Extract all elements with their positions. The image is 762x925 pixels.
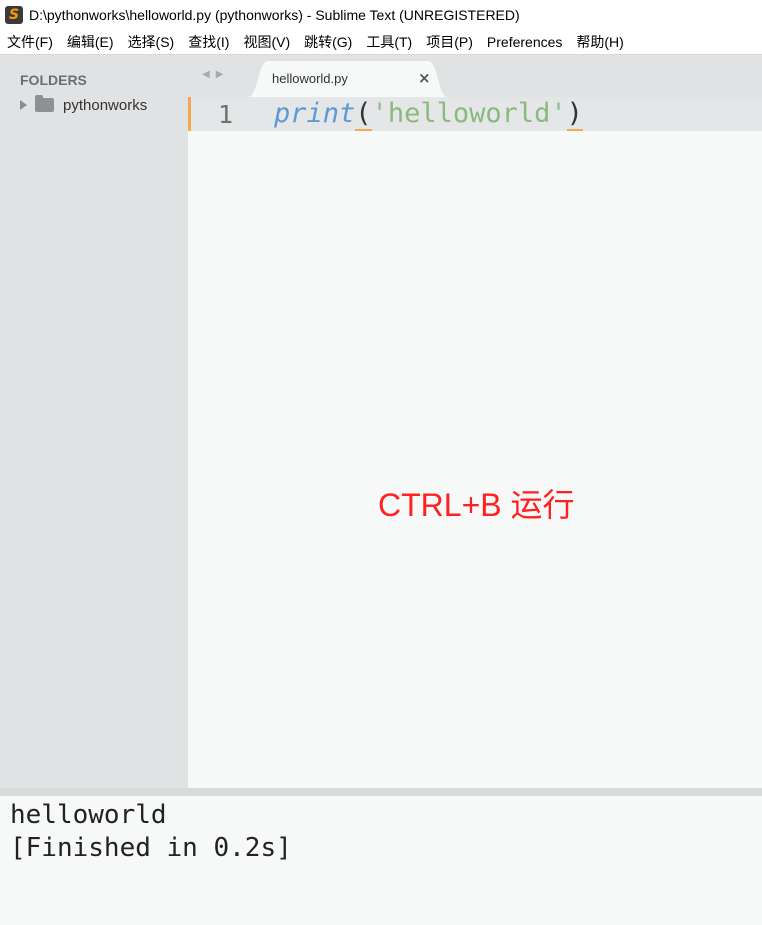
tab-bar: ◀ ▶ helloworld.py × xyxy=(188,55,762,97)
folders-header: FOLDERS xyxy=(20,72,87,88)
menu-edit[interactable]: 编辑(E) xyxy=(60,32,121,52)
window-title: D:\pythonworks\helloworld.py (pythonwork… xyxy=(29,7,520,23)
modified-line-marker xyxy=(188,97,191,131)
tab-label: helloworld.py xyxy=(272,71,348,86)
menu-find[interactable]: 查找(I) xyxy=(181,32,236,52)
code-function: print xyxy=(274,98,356,129)
panel-divider[interactable] xyxy=(0,788,762,796)
build-output-panel: helloworld [Finished in 0.2s] xyxy=(0,796,762,925)
code-quote-close: ' xyxy=(550,98,567,129)
line-number: 1 xyxy=(218,100,234,129)
expand-arrow-icon[interactable] xyxy=(20,100,27,110)
tab-forward-icon[interactable]: ▶ xyxy=(216,69,224,80)
editor-area[interactable]: 1 print('helloworld') CTRL+B 运行 xyxy=(188,97,762,788)
menu-selection[interactable]: 选择(S) xyxy=(121,32,182,52)
menu-file[interactable]: 文件(F) xyxy=(0,32,60,52)
menu-goto[interactable]: 跳转(G) xyxy=(297,32,359,52)
code-open-paren: ( xyxy=(355,98,372,131)
menu-tools[interactable]: 工具(T) xyxy=(359,32,419,52)
tab-back-icon[interactable]: ◀ xyxy=(202,69,210,80)
title-bar: S D:\pythonworks\helloworld.py (pythonwo… xyxy=(0,0,762,30)
menu-preferences[interactable]: Preferences xyxy=(480,34,569,50)
folder-label: pythonworks xyxy=(63,96,148,114)
code-quote-open: ' xyxy=(371,98,388,129)
tab-nav: ◀ ▶ xyxy=(202,69,223,80)
code-string: helloworld xyxy=(387,98,551,129)
code-close-paren: ) xyxy=(566,98,583,131)
menu-help[interactable]: 帮助(H) xyxy=(569,32,630,52)
output-line: helloworld xyxy=(10,800,167,830)
output-line: [Finished in 0.2s] xyxy=(10,833,292,863)
folder-icon xyxy=(35,95,54,112)
menu-view[interactable]: 视图(V) xyxy=(236,32,297,52)
sublime-app-icon: S xyxy=(5,6,23,24)
code-line[interactable]: print('helloworld') xyxy=(274,98,583,131)
tab-helloworld[interactable]: helloworld.py × xyxy=(248,61,448,97)
menu-project[interactable]: 项目(P) xyxy=(419,32,480,52)
sidebar: FOLDERS pythonworks xyxy=(0,55,188,788)
run-shortcut-annotation: CTRL+B 运行 xyxy=(378,487,575,523)
menu-bar: 文件(F) 编辑(E) 选择(S) 查找(I) 视图(V) 跳转(G) 工具(T… xyxy=(0,30,762,55)
close-icon[interactable]: × xyxy=(418,69,431,87)
sidebar-folder-pythonworks[interactable]: pythonworks xyxy=(20,95,147,115)
